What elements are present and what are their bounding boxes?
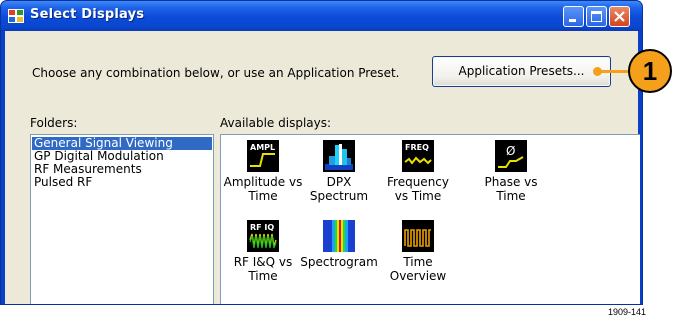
amplitude-vs-time-icon: AMPL — [247, 140, 279, 172]
available-displays-label: Available displays: — [220, 116, 332, 130]
display-label: RF I&Q vs Time — [233, 255, 293, 283]
display-label: Frequency vs Time — [387, 175, 449, 203]
display-dpx-spectrum[interactable]: DPX Spectrum — [299, 140, 379, 203]
phase-vs-time-icon: Ø — [495, 140, 527, 172]
application-presets-button[interactable]: Application Presets... — [432, 56, 611, 87]
display-label: Phase vs Time — [484, 175, 538, 203]
app-icon — [8, 9, 24, 23]
close-icon — [614, 11, 625, 22]
spectrogram-icon — [323, 220, 355, 252]
maximize-button[interactable] — [586, 6, 607, 27]
display-rf-iq-vs-time[interactable]: RF IQ RF I&Q vs Time — [223, 220, 303, 283]
close-button[interactable] — [609, 6, 630, 27]
phase-icon-text: Ø — [506, 144, 515, 158]
maximize-icon — [591, 11, 602, 22]
rf-iq-icon-text: RF IQ — [250, 223, 274, 232]
display-label: DPX Spectrum — [309, 175, 369, 203]
display-spectrogram[interactable]: Spectrogram — [299, 220, 379, 269]
display-phase-vs-time[interactable]: Ø Phase vs Time — [471, 140, 551, 203]
minimize-button[interactable] — [563, 6, 584, 27]
display-label: Time Overview — [389, 255, 447, 283]
minimize-icon — [569, 19, 576, 22]
instruction-text: Choose any combination below, or use an … — [32, 66, 400, 80]
display-time-overview[interactable]: Time Overview — [378, 220, 458, 283]
time-overview-icon — [402, 220, 434, 252]
folder-item-pulsed-rf[interactable]: Pulsed RF — [32, 176, 212, 189]
callout-leader-line — [598, 70, 630, 73]
callout-number: 1 — [628, 49, 672, 93]
figure-code: 1909-141 — [608, 307, 647, 317]
frequency-icon-text: FREQ — [405, 143, 429, 152]
frequency-vs-time-icon: FREQ — [402, 140, 434, 172]
amplitude-icon-text: AMPL — [250, 143, 275, 152]
display-frequency-vs-time[interactable]: FREQ Frequency vs Time — [378, 140, 458, 203]
dpx-spectrum-icon — [323, 140, 355, 172]
folders-label: Folders: — [30, 116, 78, 130]
display-amplitude-vs-time[interactable]: AMPL Amplitude vs Time — [223, 140, 303, 203]
rf-iq-vs-time-icon: RF IQ — [247, 220, 279, 252]
display-label: Amplitude vs Time — [223, 175, 303, 203]
title-bar[interactable]: Select Displays — [1, 1, 642, 31]
display-label: Spectrogram — [300, 255, 378, 269]
select-displays-window: Select Displays Choose any combination b… — [0, 0, 643, 305]
available-displays-list[interactable]: AMPL Amplitude vs Time DPX Spectrum FREQ… — [220, 134, 640, 304]
folders-list[interactable]: General Signal Viewing GP Digital Modula… — [30, 134, 214, 304]
window-title: Select Displays — [30, 7, 145, 22]
callout-leader-dot — [593, 67, 602, 76]
dialog-body: Choose any combination below, or use an … — [5, 31, 640, 304]
